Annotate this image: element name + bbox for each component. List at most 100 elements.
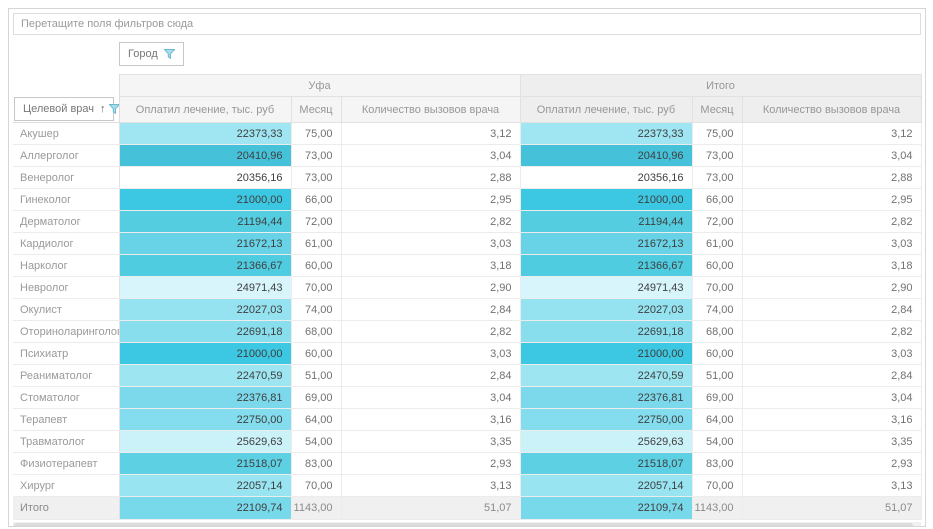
column-header-paid: Оплатил лечение, тыс. руб (119, 97, 291, 123)
paid-cell-ufa: 21000,00 (119, 189, 291, 211)
row-header-cell: Психиатр (13, 343, 119, 365)
month-cell-ufa: 51,00 (291, 365, 341, 387)
calls-cell-ufa: 2,88 (341, 167, 520, 189)
paid-cell-ufa: 22373,33 (119, 123, 291, 145)
table-row: Акушер22373,3375,003,1222373,3375,003,12 (13, 123, 921, 145)
row-header-cell: Итого (13, 497, 119, 520)
table-row: Гинеколог21000,0066,002,9521000,0066,002… (13, 189, 921, 211)
row-header-cell: Дерматолог (13, 211, 119, 233)
calls-cell-total: 3,13 (742, 475, 921, 497)
month-cell-ufa: 75,00 (291, 123, 341, 145)
table-row: Травматолог25629,6354,003,3525629,6354,0… (13, 431, 921, 453)
month-cell-total: 51,00 (692, 365, 742, 387)
paid-cell-ufa: 20410,96 (119, 145, 291, 167)
paid-cell-ufa: 21000,00 (119, 343, 291, 365)
table-row: Физиотерапевт21518,0783,002,9321518,0783… (13, 453, 921, 475)
paid-cell-total: 21194,44 (520, 211, 692, 233)
filter-drop-area[interactable]: Перетащите поля фильтров сюда (13, 13, 921, 35)
month-cell-ufa: 68,00 (291, 321, 341, 343)
calls-cell-ufa: 2,93 (341, 453, 520, 475)
month-cell-total: 73,00 (692, 167, 742, 189)
row-header-cell: Травматолог (13, 431, 119, 453)
paid-cell-total: 22470,59 (520, 365, 692, 387)
paid-cell-total: 21366,67 (520, 255, 692, 277)
row-header-cell: Акушер (13, 123, 119, 145)
row-header-cell: Реаниматолог (13, 365, 119, 387)
paid-cell-ufa: 21672,13 (119, 233, 291, 255)
paid-cell-ufa: 21194,44 (119, 211, 291, 233)
month-cell-ufa: 74,00 (291, 299, 341, 321)
paid-cell-total: 21672,13 (520, 233, 692, 255)
paid-cell-total: 22057,14 (520, 475, 692, 497)
month-cell-total: 60,00 (692, 343, 742, 365)
table-row: Оториноларинголог22691,1868,002,8222691,… (13, 321, 921, 343)
scrollbar-thumb[interactable] (14, 523, 913, 527)
month-cell-ufa: 73,00 (291, 145, 341, 167)
paid-cell-ufa: 22376,81 (119, 387, 291, 409)
month-cell-total: 54,00 (692, 431, 742, 453)
row-header-cell: Невролог (13, 277, 119, 299)
month-cell-total: 1143,00 (692, 497, 742, 520)
table-row: Терапевт22750,0064,003,1622750,0064,003,… (13, 409, 921, 431)
paid-cell-ufa: 22691,18 (119, 321, 291, 343)
calls-cell-total: 3,03 (742, 343, 921, 365)
column-header-paid: Оплатил лечение, тыс. руб (520, 97, 692, 123)
month-cell-total: 73,00 (692, 145, 742, 167)
column-field-label: Город (128, 48, 158, 60)
calls-cell-total: 2,95 (742, 189, 921, 211)
paid-cell-ufa: 22027,03 (119, 299, 291, 321)
month-cell-ufa: 60,00 (291, 343, 341, 365)
calls-cell-ufa: 3,18 (341, 255, 520, 277)
month-cell-total: 70,00 (692, 475, 742, 497)
month-cell-ufa: 60,00 (291, 255, 341, 277)
column-field-city[interactable]: Город (119, 42, 184, 66)
calls-cell-ufa: 2,84 (341, 365, 520, 387)
sort-asc-icon[interactable]: ↑ (100, 104, 106, 115)
calls-cell-ufa: 3,13 (341, 475, 520, 497)
paid-cell-ufa: 22109,74 (119, 497, 291, 520)
month-cell-total: 61,00 (692, 233, 742, 255)
calls-cell-ufa: 2,84 (341, 299, 520, 321)
pivot-table: Целевой врач ↑ Уфа Итого Оплатил лечение… (13, 74, 922, 520)
paid-cell-total: 22376,81 (520, 387, 692, 409)
paid-cell-total: 24971,43 (520, 277, 692, 299)
row-header-cell: Венеролог (13, 167, 119, 189)
group-header-row: Целевой врач ↑ Уфа Итого (13, 75, 921, 97)
calls-cell-total: 2,84 (742, 365, 921, 387)
calls-cell-ufa: 3,03 (341, 343, 520, 365)
table-row: Дерматолог21194,4472,002,8221194,4472,00… (13, 211, 921, 233)
row-header-cell: Кардиолог (13, 233, 119, 255)
paid-cell-total: 22109,74 (520, 497, 692, 520)
column-header-month: Месяц (692, 97, 742, 123)
column-group-total: Итого (520, 75, 921, 97)
month-cell-total: 60,00 (692, 255, 742, 277)
filter-funnel-icon[interactable] (164, 49, 175, 59)
filter-funnel-icon[interactable] (109, 104, 119, 114)
row-field-button[interactable]: Целевой врач ↑ (14, 97, 114, 121)
horizontal-scrollbar[interactable] (13, 522, 921, 527)
table-row: Психиатр21000,0060,003,0321000,0060,003,… (13, 343, 921, 365)
table-row: Нарколог21366,6760,003,1821366,6760,003,… (13, 255, 921, 277)
table-row: Кардиолог21672,1361,003,0321672,1361,003… (13, 233, 921, 255)
calls-cell-total: 2,82 (742, 321, 921, 343)
table-row: Окулист22027,0374,002,8422027,0374,002,8… (13, 299, 921, 321)
calls-cell-ufa: 3,16 (341, 409, 520, 431)
calls-cell-total: 51,07 (742, 497, 921, 520)
month-cell-ufa: 54,00 (291, 431, 341, 453)
month-cell-ufa: 69,00 (291, 387, 341, 409)
calls-cell-ufa: 3,12 (341, 123, 520, 145)
table-row: Аллерголог20410,9673,003,0420410,9673,00… (13, 145, 921, 167)
pivot-grid: Перетащите поля фильтров сюда Город Целе… (8, 8, 926, 527)
row-header-cell: Окулист (13, 299, 119, 321)
paid-cell-ufa: 22750,00 (119, 409, 291, 431)
month-cell-ufa: 83,00 (291, 453, 341, 475)
calls-cell-ufa: 3,03 (341, 233, 520, 255)
calls-cell-ufa: 2,90 (341, 277, 520, 299)
table-row: Реаниматолог22470,5951,002,8422470,5951,… (13, 365, 921, 387)
month-cell-total: 83,00 (692, 453, 742, 475)
calls-cell-total: 2,84 (742, 299, 921, 321)
calls-cell-total: 3,04 (742, 387, 921, 409)
paid-cell-total: 22691,18 (520, 321, 692, 343)
table-row: Хирург22057,1470,003,1322057,1470,003,13 (13, 475, 921, 497)
calls-cell-total: 3,16 (742, 409, 921, 431)
